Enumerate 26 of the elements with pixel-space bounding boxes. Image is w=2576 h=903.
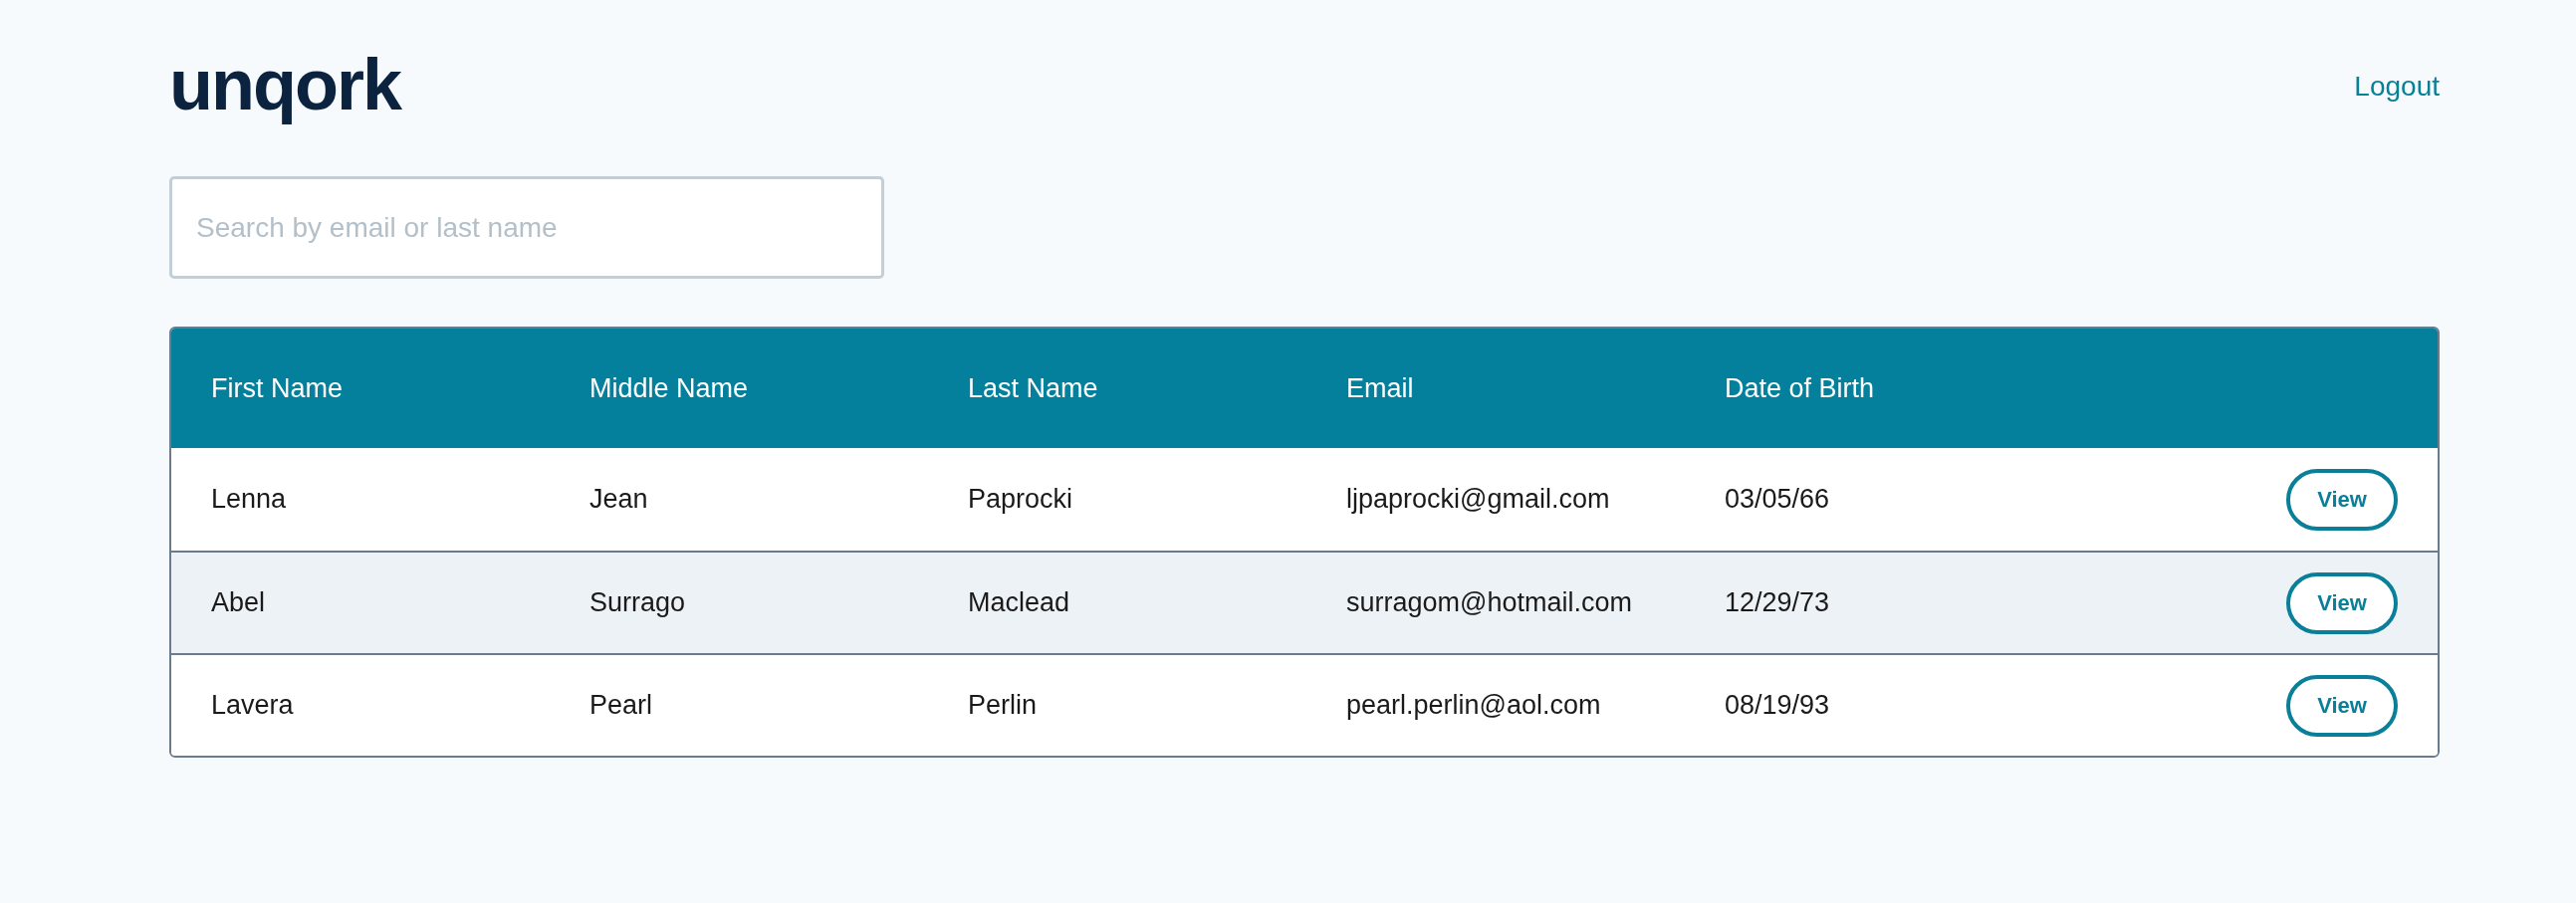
table-cell-text: Paprocki [967, 483, 1074, 517]
table-cell-text: Perlin [967, 689, 1039, 723]
column-header: First Name [210, 371, 344, 405]
column-header: Middle Name [588, 371, 750, 405]
column-header: Last Name [967, 371, 1099, 405]
view-button[interactable]: View [2286, 571, 2398, 634]
column-header: Email [1345, 371, 1415, 405]
view-button[interactable]: View [2286, 674, 2398, 737]
table-cell-text: Jean [588, 483, 649, 517]
table-cell-text: Surrago [588, 586, 687, 620]
column-header: Date of Birth [1724, 371, 1876, 405]
table-cell-text: 08/19/93 [1724, 689, 1831, 723]
table-cell-text: Lenna [210, 483, 288, 517]
table-cell-text: Maclead [967, 586, 1071, 620]
table-cell-text: Pearl [588, 689, 654, 723]
table-cell-text: Abel [210, 586, 267, 620]
view-button[interactable]: View [2286, 468, 2398, 531]
table-cell-text: pearl.perlin@aol.com [1345, 689, 1602, 723]
logout-link[interactable]: Logout [2354, 66, 2440, 108]
table-cell-text: 03/05/66 [1724, 483, 1831, 517]
table-cell-text: surragom@hotmail.com [1345, 586, 1633, 620]
table-cell-text: Lavera [210, 689, 295, 723]
logo: unqork [169, 44, 400, 126]
table-cell-text: ljpaprocki@gmail.com [1345, 483, 1611, 517]
table-cell-text: 12/29/73 [1724, 586, 1831, 620]
search-field[interactable]: Search by email or last name [169, 176, 884, 279]
